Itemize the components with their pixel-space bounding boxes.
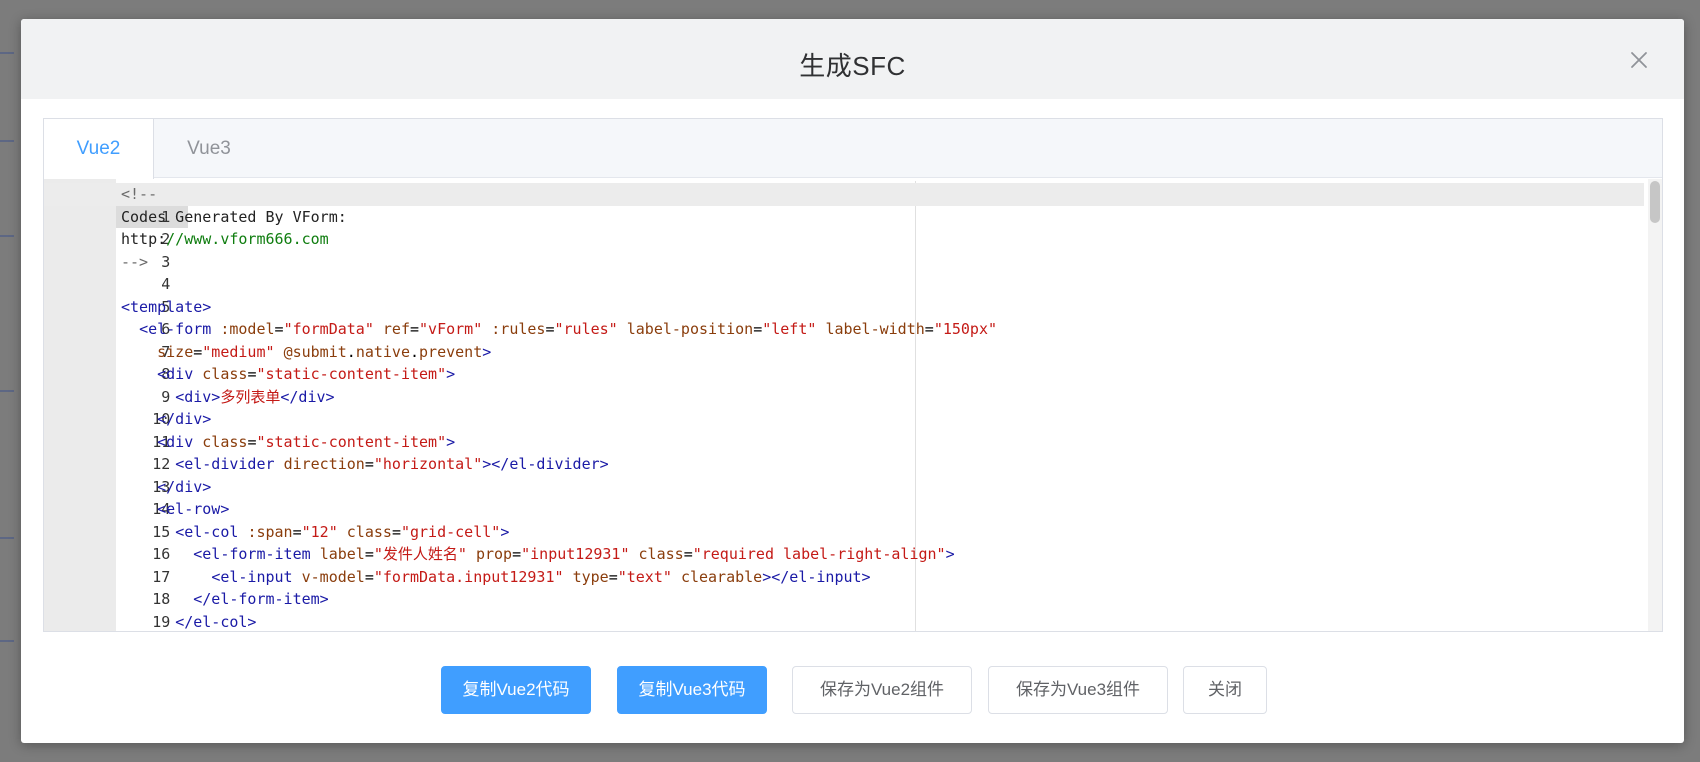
code-line: 9 <div class="static-content-item"> [44, 363, 1644, 406]
generate-sfc-dialog: 生成SFC Vue2 Vue3 1 <!-- 2 Codes Generated B… [21, 19, 1684, 743]
code-line: 18 <el-input v-model="formData.input1293… [44, 566, 1644, 609]
code-editor[interactable]: 1 <!-- 2 Codes Generated By VForm: 3 http:/… [44, 179, 1662, 631]
code-line: 1 <!-- [44, 183, 1644, 228]
code-line: 8 size="medium" @submit.native.prevent> [44, 341, 1644, 384]
save-vue3-component-button[interactable]: 保存为Vue3组件 [988, 666, 1168, 714]
close-button[interactable]: 关闭 [1183, 666, 1267, 714]
copy-vue2-code-button[interactable]: 复制Vue2代码 [441, 666, 591, 714]
scrollbar-thumb[interactable] [1650, 181, 1660, 223]
dialog-title: 生成SFC [799, 51, 906, 81]
code-line: 3 http://www.vform666.com [44, 228, 1644, 271]
code-line: 7 <el-form :model="formData" ref="vForm"… [44, 318, 1644, 361]
close-icon[interactable] [1628, 49, 1650, 71]
copy-vue3-code-button[interactable]: 复制Vue3代码 [617, 666, 767, 714]
code-tabs: Vue2 Vue3 1 <!-- 2 Codes Generated By VFor… [43, 118, 1663, 632]
code-line: 6 <template> [44, 296, 1644, 339]
code-line: 11 </div> [44, 408, 1644, 451]
tab-vue3[interactable]: Vue3 [154, 119, 264, 179]
dialog-footer: 复制Vue2代码 复制Vue3代码 保存为Vue2组件 保存为Vue3组件 关闭 [21, 666, 1684, 714]
editor-vertical-scrollbar[interactable] [1648, 179, 1662, 631]
code-line: 17 <el-form-item label="发件人姓名" prop="inp… [44, 543, 1644, 586]
code-line: 2 Codes Generated By VForm: [44, 206, 1644, 249]
dialog-header: 生成SFC [21, 19, 1684, 99]
code-line: 15 <el-row> [44, 498, 1644, 541]
code-line: 16 <el-col :span="12" class="grid-cell"> [44, 521, 1644, 564]
code-line: 4 --> [44, 251, 1644, 294]
code-line: 19 </el-form-item> [44, 588, 1644, 631]
save-vue2-component-button[interactable]: 保存为Vue2组件 [792, 666, 972, 714]
code-line: 13 <el-divider direction="horizontal"></… [44, 453, 1644, 496]
tab-vue2[interactable]: Vue2 [44, 119, 154, 179]
code-line: 12 <div class="static-content-item"> [44, 431, 1644, 474]
tab-bar: Vue2 Vue3 [44, 119, 1662, 179]
code-line: 20 </el-col> [175, 612, 257, 631]
code-line: 5 [44, 273, 1644, 316]
code-line: 14 </div> [44, 476, 1644, 519]
code-line: 10 <div>多列表单</div> [44, 386, 1644, 429]
